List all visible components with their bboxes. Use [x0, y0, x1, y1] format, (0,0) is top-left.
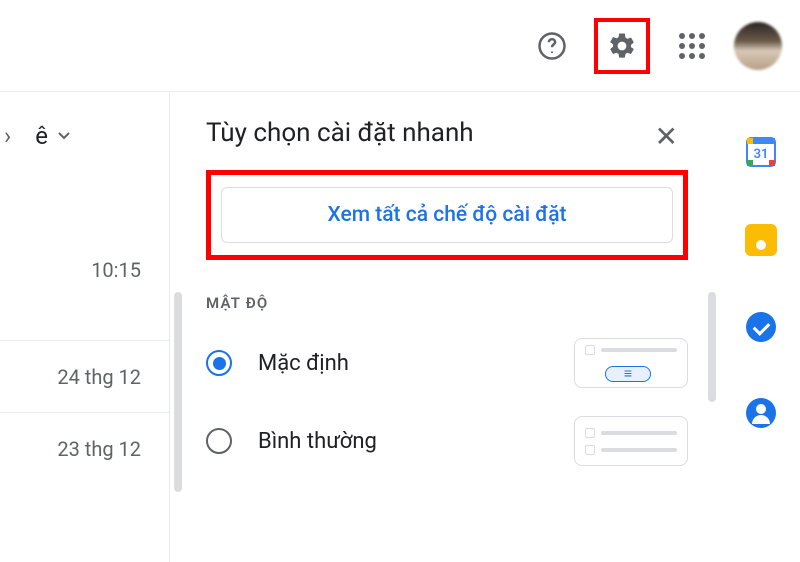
svg-text:31: 31	[754, 147, 769, 162]
language-letter: ê	[35, 122, 48, 150]
email-dates: 10:15 24 thg 12 23 thg 12	[0, 250, 169, 484]
language-menu[interactable]: ê	[35, 122, 70, 150]
settings-highlight	[594, 18, 650, 74]
see-all-settings-button[interactable]: Xem tất cả chế độ cài đặt	[221, 187, 673, 243]
header	[0, 0, 800, 92]
scrollbar-right[interactable]	[708, 292, 716, 402]
scrollbar-left[interactable]	[174, 292, 182, 492]
calendar-icon[interactable]: 31	[745, 136, 777, 168]
radio-unchecked-icon	[206, 428, 232, 454]
apps-icon[interactable]	[668, 22, 716, 70]
close-icon[interactable]: ✕	[655, 120, 678, 153]
quick-settings-panel: Tùy chọn cài đặt nhanh ✕ Xem tất cả chế …	[170, 92, 722, 562]
email-date-2[interactable]: 23 thg 12	[0, 412, 169, 484]
help-icon[interactable]	[528, 22, 576, 70]
density-section-label: MẬT ĐỘ	[206, 294, 688, 312]
tasks-icon[interactable]	[746, 312, 776, 342]
side-panel: 31	[722, 92, 800, 562]
left-column: › ê 10:15 24 thg 12 23 thg 12	[0, 92, 170, 562]
chevron-right-icon[interactable]: ›	[4, 122, 11, 150]
avatar[interactable]	[734, 22, 782, 70]
contacts-icon[interactable]	[746, 398, 776, 428]
email-date-1[interactable]: 24 thg 12	[0, 340, 169, 412]
panel-title: Tùy chọn cài đặt nhanh	[206, 118, 688, 148]
body: › ê 10:15 24 thg 12 23 thg 12 Tùy chọn c…	[0, 92, 800, 562]
density-default-label: Mặc định	[258, 351, 574, 376]
caret-down-icon	[58, 132, 70, 140]
gear-icon[interactable]	[600, 24, 644, 68]
density-default-thumb	[574, 338, 688, 388]
density-comfortable-label: Bình thường	[258, 429, 574, 454]
all-settings-highlight: Xem tất cả chế độ cài đặt	[206, 170, 688, 260]
email-time[interactable]: 10:15	[0, 250, 169, 340]
density-option-default[interactable]: Mặc định	[206, 338, 688, 388]
radio-checked-icon	[206, 350, 232, 376]
keep-icon[interactable]	[745, 224, 777, 256]
density-section: MẬT ĐỘ Mặc định Bình thường	[206, 294, 688, 466]
density-option-comfortable[interactable]: Bình thường	[206, 416, 688, 466]
density-comfortable-thumb	[574, 416, 688, 466]
